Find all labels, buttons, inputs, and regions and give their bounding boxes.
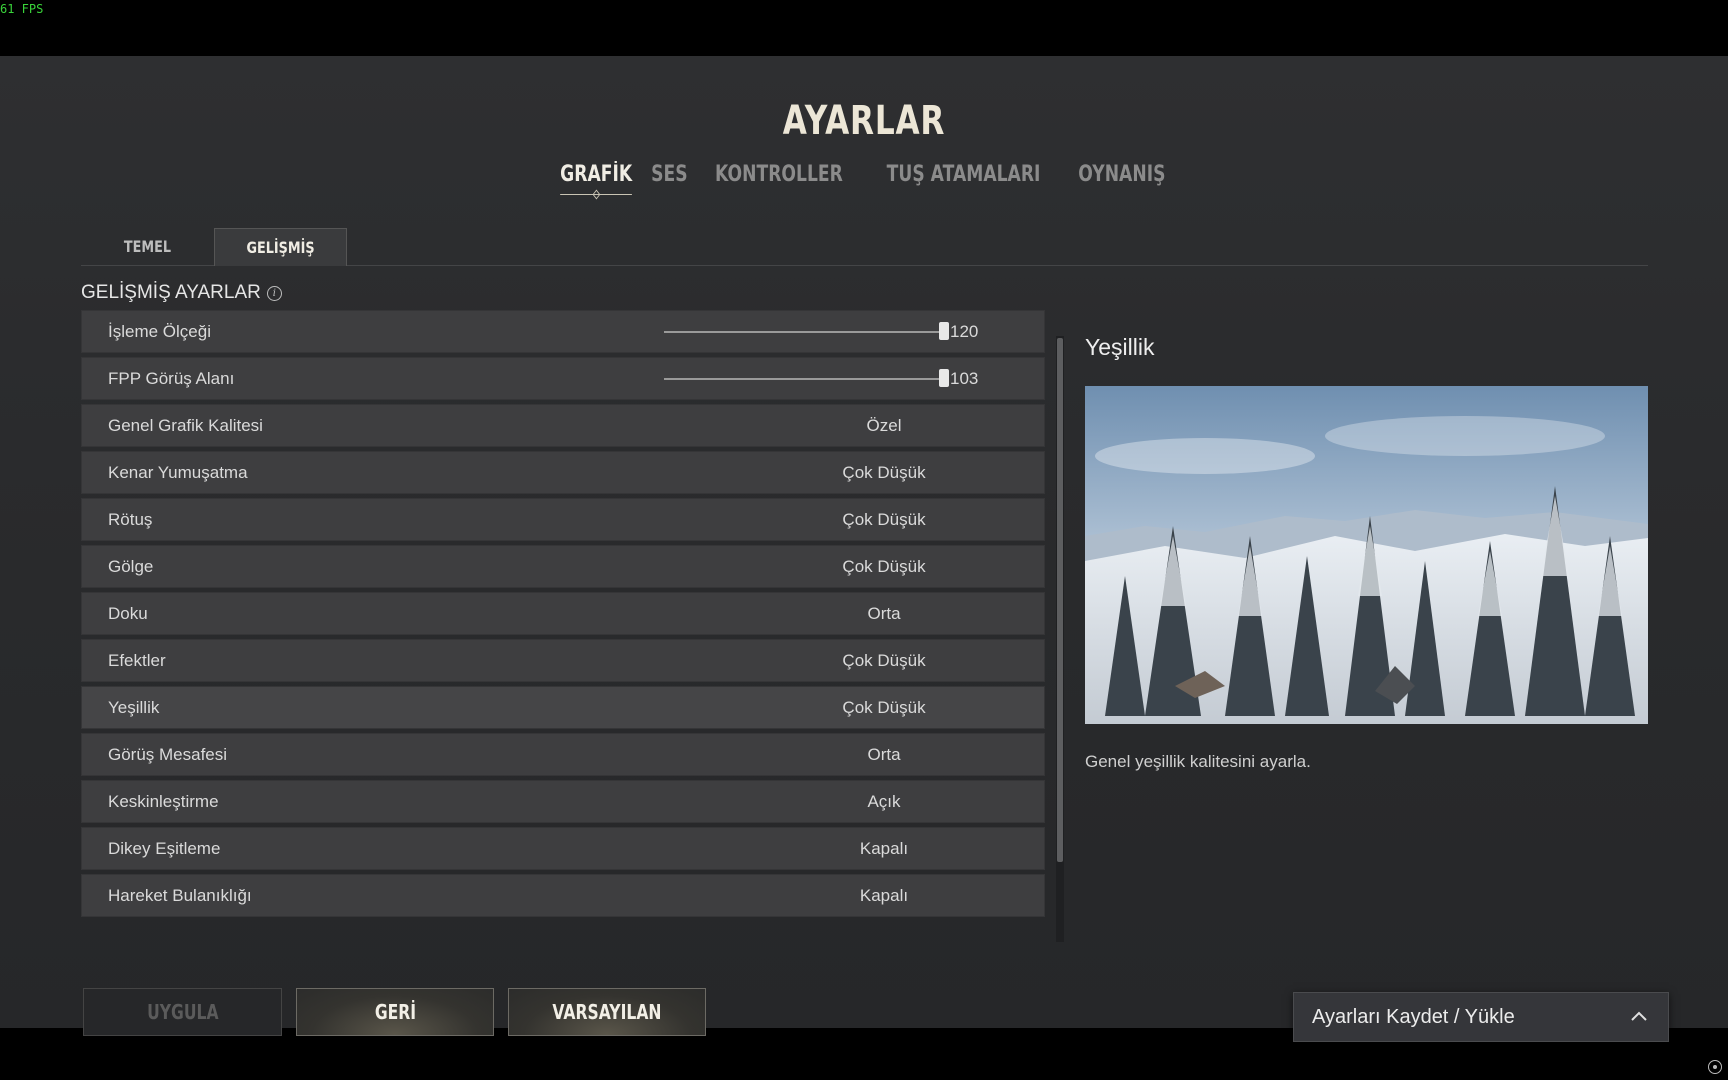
page-title: AYARLAR [782, 98, 946, 144]
setting-value: Çok Düşük [842, 697, 926, 717]
setting-value: Özel [866, 415, 902, 435]
main-tabs: GRAFİK SES KONTROLLER TUŞ ATAMALARI OYNANIŞ [0, 162, 1728, 200]
setting-value: Çok Düşük [842, 462, 926, 482]
save-load-label: Ayarları Kaydet / Yükle [1312, 1005, 1515, 1028]
section-title-text: GELİŞMİŞ AYARLAR [81, 282, 261, 303]
setting-value: Çok Düşük [842, 650, 926, 670]
setting-slider[interactable] [664, 369, 949, 387]
setting-value: Açık [867, 791, 901, 811]
setting-row[interactable]: Yeşillik Çok Düşük [81, 686, 1045, 729]
setting-row[interactable]: Dikey Eşitleme Kapalı [81, 827, 1045, 870]
setting-row[interactable]: Keskinleştirme Açık [81, 780, 1045, 823]
target-icon [1708, 1060, 1722, 1074]
setting-label: FPP Görüş Alanı [108, 368, 235, 388]
setting-value: Çok Düşük [842, 556, 926, 576]
settings-scrollbar[interactable] [1056, 336, 1064, 942]
setting-label: Dikey Eşitleme [108, 838, 221, 858]
slider-value: 103 [950, 368, 979, 388]
setting-row[interactable]: İşleme Ölçeği 120 [81, 310, 1045, 353]
scrollbar-thumb[interactable] [1057, 338, 1063, 862]
snowy-forest-image [1085, 386, 1648, 724]
tab-tu-atamalari[interactable]: TUŞ ATAMALARI [887, 162, 1041, 197]
setting-row[interactable]: Rötuş Çok Düşük [81, 498, 1045, 541]
tab-temel[interactable]: TEMEL [81, 228, 213, 266]
chevron-up-icon [1631, 1011, 1647, 1021]
setting-slider[interactable] [664, 322, 949, 340]
tab-ses[interactable]: SES [652, 162, 688, 197]
setting-label: Doku [108, 603, 148, 623]
slider-fill [664, 331, 944, 333]
settings-list: İşleme Ölçeği 120 FPP Görüş Alanı 103 Genel … [81, 310, 1045, 943]
setting-value: Çok Düşük [842, 509, 926, 529]
defaults-button-label: VARSAYILAN [552, 1000, 662, 1024]
slider-thumb[interactable] [939, 369, 949, 387]
setting-row[interactable]: Hareket Bulanıklığı Kapalı [81, 874, 1045, 917]
slider-thumb[interactable] [939, 322, 949, 340]
slider-value: 120 [950, 321, 979, 341]
tab-kontroller[interactable]: KONTROLLER [715, 162, 843, 197]
setting-label: Rötuş [108, 509, 153, 529]
setting-value: Orta [867, 744, 901, 764]
slider-fill [664, 378, 944, 380]
setting-label: Kenar Yumuşatma [108, 462, 248, 482]
preview-image [1085, 386, 1648, 724]
setting-row[interactable]: Doku Orta [81, 592, 1045, 635]
active-tab-marker [592, 189, 601, 200]
sub-tabs: TEMEL GELİŞMİŞ [81, 228, 1648, 266]
tab-temel-label: TEMEL [123, 237, 171, 256]
setting-value: Kapalı [859, 885, 909, 905]
setting-row[interactable]: Efektler Çok Düşük [81, 639, 1045, 682]
setting-value: Kapalı [859, 838, 909, 858]
defaults-button[interactable]: VARSAYILAN [508, 988, 706, 1036]
setting-label: Hareket Bulanıklığı [108, 885, 252, 905]
setting-label: Efektler [108, 650, 166, 670]
fps-counter: 61 FPS [0, 2, 44, 16]
back-button-label: GERİ [374, 1000, 416, 1024]
setting-label: Yeşillik [108, 697, 160, 717]
tab-gelismis[interactable]: GELİŞMİŞ [214, 228, 347, 266]
setting-label: Keskinleştirme [108, 791, 219, 811]
section-title: GELİŞMİŞ AYARLAR i [81, 282, 282, 304]
tab-gelismis-label: GELİŞMİŞ [246, 238, 315, 257]
setting-row[interactable]: Gölge Çok Düşük [81, 545, 1045, 588]
settings-panel: AYARLAR GRAFİK SES KONTROLLER TUŞ ATAMALARI… [0, 56, 1728, 1042]
setting-label: Gölge [108, 556, 154, 576]
apply-button-label: UYGULA [146, 1000, 219, 1024]
back-button[interactable]: GERİ [296, 988, 494, 1036]
info-icon[interactable]: i [266, 285, 282, 301]
detail-description: Genel yeşillik kalitesini ayarla. [1085, 752, 1311, 771]
tab-grafi-k[interactable]: GRAFİK [560, 162, 633, 200]
save-load-dropdown[interactable]: Ayarları Kaydet / Yükle [1293, 992, 1669, 1042]
setting-label: Genel Grafik Kalitesi [108, 415, 263, 435]
setting-row[interactable]: Genel Grafik Kalitesi Özel [81, 404, 1045, 447]
setting-row[interactable]: Kenar Yumuşatma Çok Düşük [81, 451, 1045, 494]
tab-oynani-[interactable]: OYNANIŞ [1078, 162, 1165, 197]
detail-title: Yeşillik [1085, 334, 1155, 360]
apply-button[interactable]: UYGULA [83, 988, 282, 1036]
setting-row[interactable]: FPP Görüş Alanı 103 [81, 357, 1045, 400]
setting-label: İşleme Ölçeği [108, 321, 211, 341]
setting-row[interactable]: Görüş Mesafesi Orta [81, 733, 1045, 776]
setting-value: Orta [867, 603, 901, 623]
setting-label: Görüş Mesafesi [108, 744, 228, 764]
